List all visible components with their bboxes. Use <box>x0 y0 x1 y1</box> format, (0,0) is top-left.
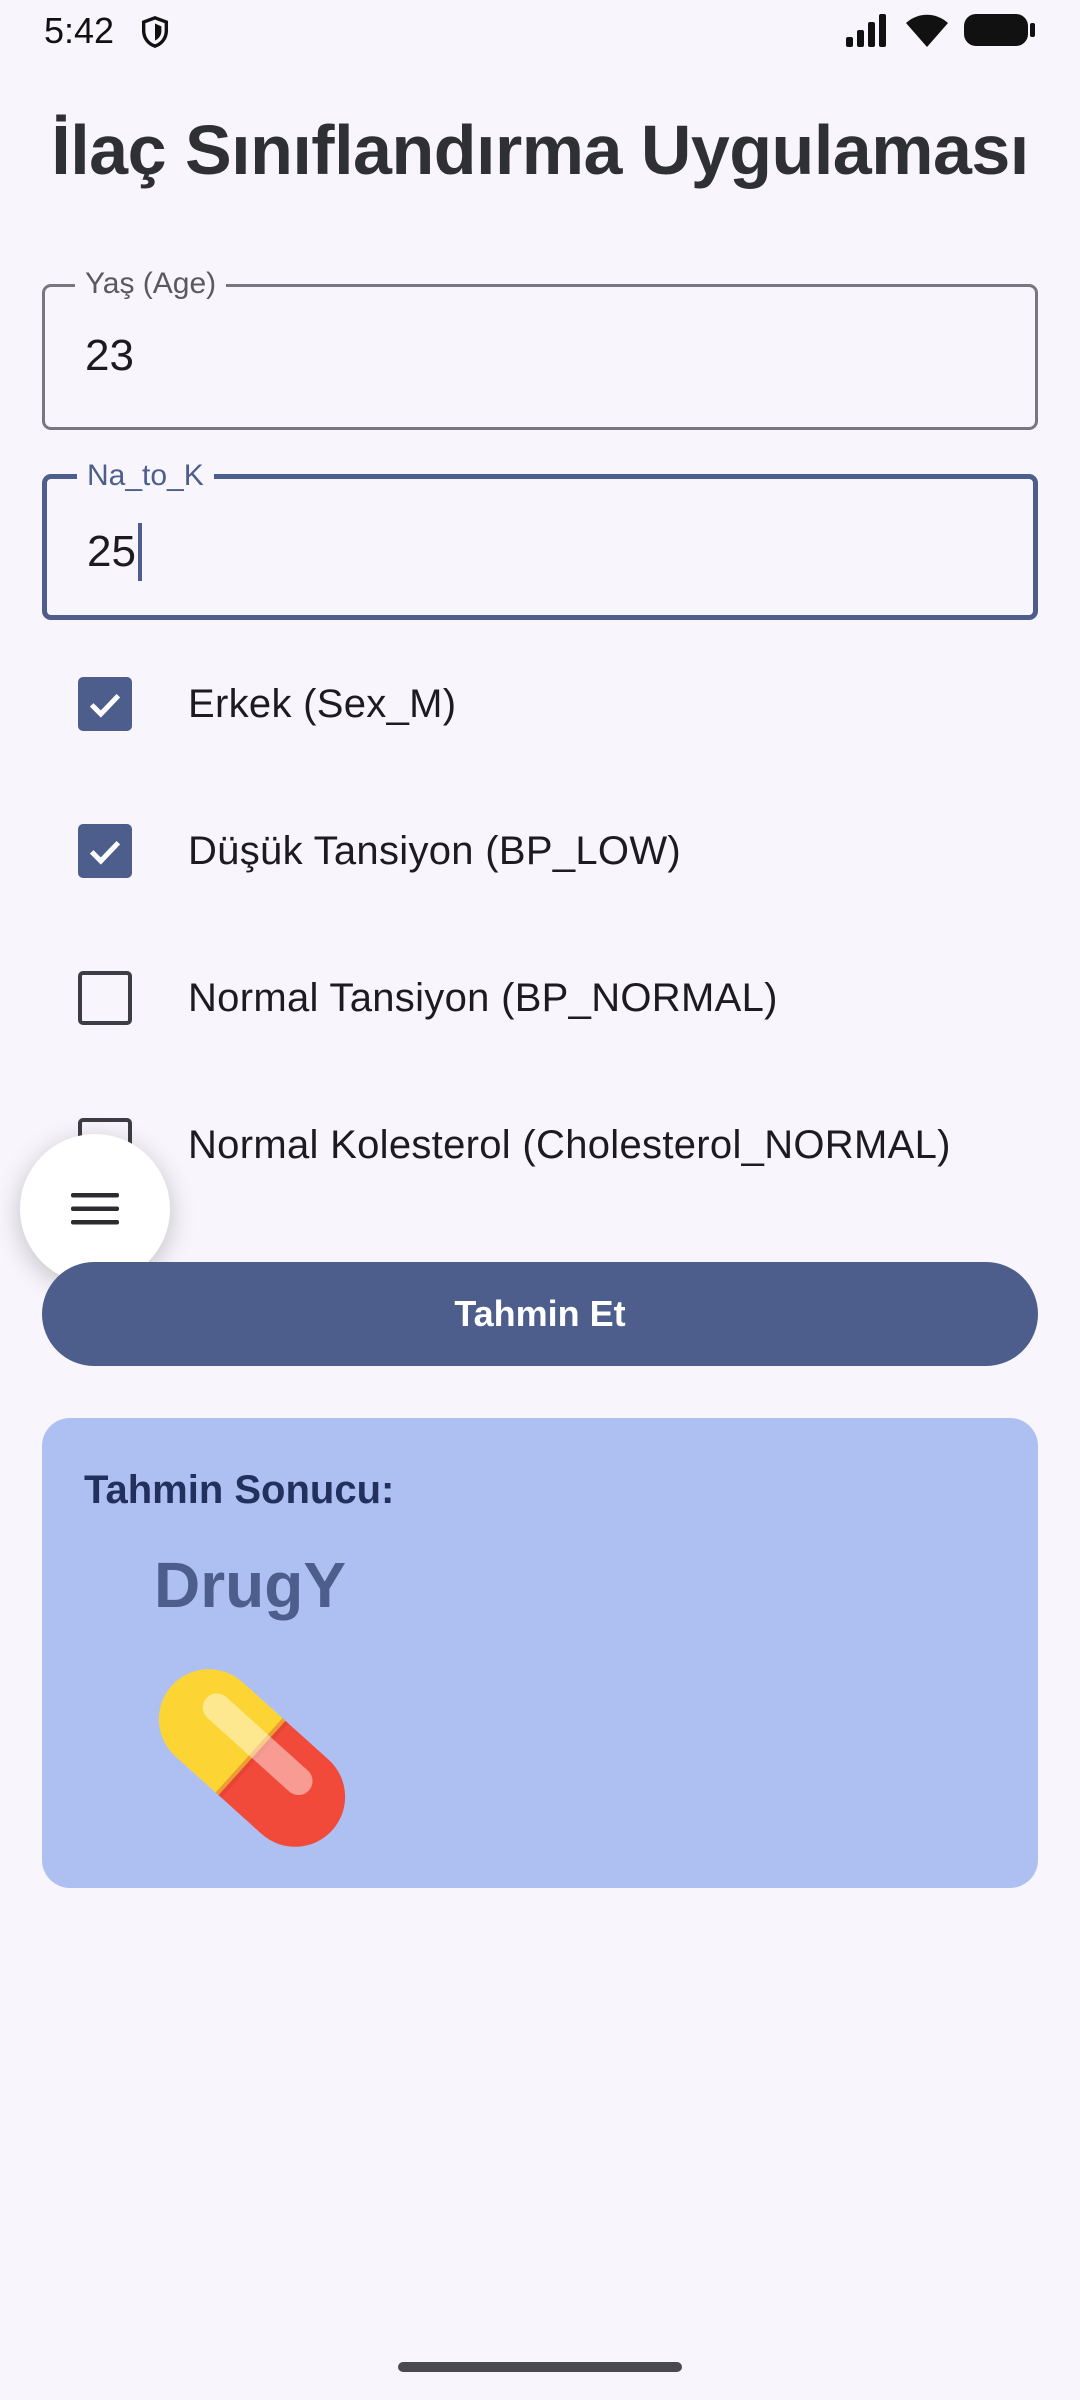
shield-icon <box>141 16 169 48</box>
check-icon <box>89 693 121 718</box>
na-to-k-field-value-wrap: 25 <box>87 523 142 581</box>
text-cursor <box>137 523 142 581</box>
checkbox-bp-low[interactable] <box>78 824 132 878</box>
battery-icon <box>964 14 1035 46</box>
menu-icon <box>71 1193 119 1225</box>
age-field-value: 23 <box>85 331 134 380</box>
result-card: Tahmin Sonucu: DrugY <box>42 1418 1038 1888</box>
checkbox-row-bp-low[interactable]: Düşük Tansiyon (BP_LOW) <box>78 811 1038 891</box>
checkbox-row-bp-normal[interactable]: Normal Tansiyon (BP_NORMAL) <box>78 958 1038 1038</box>
status-time: 5:42 <box>44 10 115 51</box>
na-to-k-field[interactable]: Na_to_K 25 <box>42 459 1038 620</box>
wifi-icon <box>906 14 948 47</box>
na-to-k-field-value: 25 <box>87 527 136 576</box>
check-icon <box>89 840 121 865</box>
checkbox-label-bp-low: Düşük Tansiyon (BP_LOW) <box>188 828 682 873</box>
checkbox-sex-m[interactable] <box>78 677 132 731</box>
checkbox-label-bp-normal: Normal Tansiyon (BP_NORMAL) <box>188 975 778 1020</box>
checkbox-bp-normal[interactable] <box>78 971 132 1025</box>
result-value: DrugY <box>154 1549 346 1621</box>
page-title: İlaç Sınıflandırma Uygulaması <box>51 111 1029 189</box>
status-icons <box>844 12 1036 48</box>
age-field-label: Yaş (Age) <box>75 267 227 301</box>
home-indicator[interactable] <box>398 2362 682 2372</box>
status-bar: 5:42 <box>0 0 1080 64</box>
checkbox-label-cholesterol-normal: Normal Kolesterol (Cholesterol_NORMAL) <box>188 1122 951 1167</box>
predict-button[interactable]: Tahmin Et <box>42 1262 1038 1366</box>
pill-icon <box>158 1669 346 1847</box>
app-screen: 5:42 İlaç Sınıflandırma Uygulaması Yaş (… <box>0 0 1080 2400</box>
checkbox-row-sex-m[interactable]: Erkek (Sex_M) <box>78 664 1038 744</box>
checkbox-row-cholesterol-normal[interactable]: Normal Kolesterol (Cholesterol_NORMAL) <box>78 1105 1038 1185</box>
checkbox-label-sex-m: Erkek (Sex_M) <box>188 681 457 726</box>
result-label: Tahmin Sonucu: <box>84 1468 395 1512</box>
age-field[interactable]: Yaş (Age) 23 <box>42 267 1038 430</box>
signal-icon <box>846 14 886 47</box>
na-to-k-field-label: Na_to_K <box>77 459 214 493</box>
